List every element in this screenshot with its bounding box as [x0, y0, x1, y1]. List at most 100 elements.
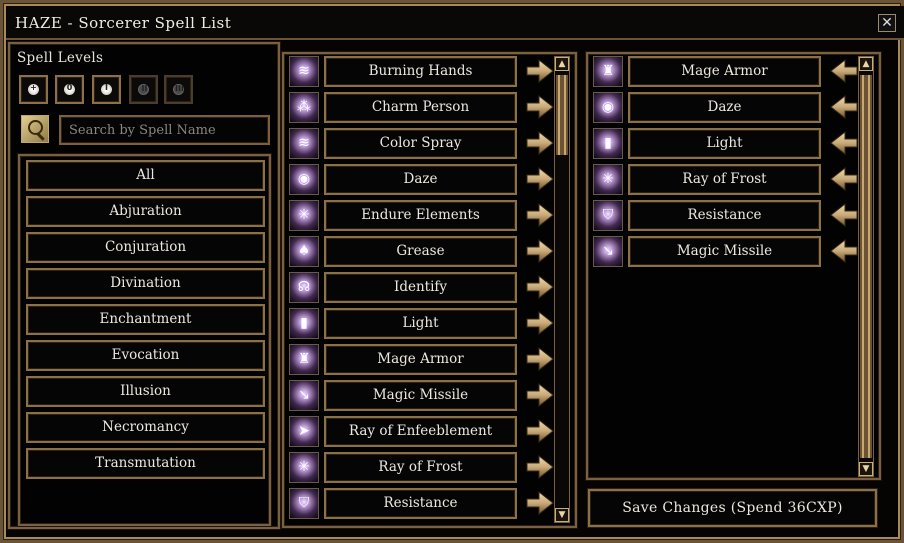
add-spell-arrow-icon[interactable]	[525, 310, 555, 337]
spell-level-button[interactable]: III	[164, 75, 193, 104]
spell-level-button[interactable]: +	[19, 75, 48, 104]
spell-icon-glyph: ☊	[297, 279, 311, 295]
remove-spell-arrow-icon[interactable]	[829, 130, 859, 157]
add-spell-arrow-icon[interactable]	[525, 238, 555, 265]
scroll-up-arrow-icon[interactable]: ▲	[555, 57, 569, 71]
add-spell-arrow-icon[interactable]	[525, 346, 555, 373]
window-title: HAZE - Sorcerer Spell List	[15, 14, 232, 32]
light-pillar-icon: ▮	[593, 128, 623, 159]
add-spell-arrow-icon[interactable]	[525, 202, 555, 229]
spell-row: ◉ Daze	[289, 164, 554, 196]
scroll-down-arrow-icon[interactable]: ▼	[555, 508, 569, 522]
spell-level-button[interactable]: I	[92, 75, 121, 104]
ray-enfeeblement-icon: ➤	[289, 416, 319, 447]
remove-spell-arrow-icon[interactable]	[829, 202, 859, 229]
school-filter-button[interactable]: Divination	[26, 268, 265, 299]
spell-row: ✳ Endure Elements	[289, 200, 554, 232]
spell-name-button[interactable]: Daze	[324, 164, 517, 195]
spell-icon-glyph: ▮	[604, 135, 612, 151]
spell-row: ➤ Ray of Enfeeblement	[289, 416, 554, 448]
school-filter-button[interactable]: Transmutation	[26, 448, 265, 479]
spell-icon-glyph: ◉	[297, 171, 311, 187]
add-spell-arrow-icon[interactable]	[525, 382, 555, 409]
spell-name-button[interactable]: Resistance	[628, 200, 821, 231]
spell-level-glyph: II	[141, 84, 148, 93]
spell-name-button[interactable]: Color Spray	[324, 128, 517, 159]
school-filter-button[interactable]: Evocation	[26, 340, 265, 371]
spell-name-button[interactable]: Ray of Frost	[324, 452, 517, 483]
add-spell-arrow-icon[interactable]	[525, 418, 555, 445]
daze-eye-icon: ◉	[289, 164, 319, 195]
search-icon[interactable]	[21, 115, 49, 143]
spell-row: ♜ Mage Armor	[593, 56, 858, 88]
remove-spell-arrow-icon[interactable]	[829, 94, 859, 121]
add-spell-arrow-icon[interactable]	[525, 58, 555, 85]
add-spell-arrow-icon[interactable]	[525, 94, 555, 121]
school-filter-button[interactable]: All	[26, 160, 265, 191]
spell-row: ▮ Light	[289, 308, 554, 340]
spell-icon-glyph: ✳	[602, 171, 614, 187]
scroll-up-arrow-icon[interactable]: ▲	[859, 57, 873, 71]
spell-name-button[interactable]: Mage Armor	[628, 56, 821, 87]
scroll-down-arrow-icon[interactable]: ▼	[859, 462, 873, 476]
add-spell-arrow-icon[interactable]	[525, 454, 555, 481]
save-changes-button[interactable]: Save Changes (Spend 36CXP)	[588, 489, 877, 527]
spell-name-button[interactable]: Charm Person	[324, 92, 517, 123]
spell-row: ☊ Identify	[289, 272, 554, 304]
school-filter-button[interactable]: Abjuration	[26, 196, 265, 227]
spell-level-button[interactable]: 0	[55, 75, 84, 104]
school-filter-button[interactable]: Illusion	[26, 376, 265, 407]
spell-icon-glyph: ♜	[601, 63, 615, 79]
spell-row: ≋ Color Spray	[289, 128, 554, 160]
spell-name-button[interactable]: Light	[628, 128, 821, 159]
spell-level-glyph: 0	[66, 83, 73, 92]
spell-name-button[interactable]: Daze	[628, 92, 821, 123]
remove-spell-arrow-icon[interactable]	[829, 58, 859, 85]
spell-row: ♠ Grease	[289, 236, 554, 268]
hand-flames-icon: ≋	[289, 56, 319, 87]
resistance-shield-icon: ⛉	[593, 200, 623, 231]
spell-icon-glyph: ▮	[300, 315, 308, 331]
spell-name-button[interactable]: Ray of Frost	[628, 164, 821, 195]
spell-name-button[interactable]: Identify	[324, 272, 517, 303]
remove-spell-arrow-icon[interactable]	[829, 238, 859, 265]
school-filter-button[interactable]: Enchantment	[26, 304, 265, 335]
spell-icon-glyph: ✳	[298, 459, 310, 475]
color-spray-icon: ≋	[289, 128, 319, 159]
title-bar[interactable]: HAZE - Sorcerer Spell List ✕	[6, 6, 904, 40]
spell-name-button[interactable]: Mage Armor	[324, 344, 517, 375]
spell-icon-glyph: ⛉	[602, 207, 614, 223]
scrollbar-thumb[interactable]	[556, 75, 568, 155]
add-spell-arrow-icon[interactable]	[525, 490, 555, 517]
search-input[interactable]	[59, 115, 270, 145]
spell-level-glyph: I	[105, 83, 108, 92]
add-spell-arrow-icon[interactable]	[525, 130, 555, 157]
spell-row: ⛉ Resistance	[289, 488, 554, 520]
school-filter-button[interactable]: Necromancy	[26, 412, 265, 443]
scrollbar-thumb[interactable]	[860, 75, 872, 458]
identify-face-icon: ☊	[289, 272, 319, 303]
spell-row: ♜ Mage Armor	[289, 344, 554, 376]
spell-name-button[interactable]: Light	[324, 308, 517, 339]
close-button[interactable]: ✕	[878, 14, 896, 32]
spell-row: ↘ Magic Missile	[593, 236, 858, 268]
spell-icon-glyph: ⛉	[298, 495, 310, 511]
spell-levels-label: Spell Levels	[17, 50, 104, 66]
remove-spell-arrow-icon[interactable]	[829, 166, 859, 193]
add-spell-arrow-icon[interactable]	[525, 274, 555, 301]
spell-name-button[interactable]: Grease	[324, 236, 517, 267]
spell-name-button[interactable]: Ray of Enfeeblement	[324, 416, 517, 447]
available-spells-scrollbar[interactable]: ▲ ▼	[554, 56, 570, 523]
spell-name-button[interactable]: Burning Hands	[324, 56, 517, 87]
spell-name-button[interactable]: Resistance	[324, 488, 517, 519]
school-filter-button[interactable]: Conjuration	[26, 232, 265, 263]
add-spell-arrow-icon[interactable]	[525, 166, 555, 193]
spell-name-button[interactable]: Magic Missile	[628, 236, 821, 267]
spell-name-button[interactable]: Magic Missile	[324, 380, 517, 411]
spell-icon-glyph: ✳	[298, 207, 310, 223]
spell-name-button[interactable]: Endure Elements	[324, 200, 517, 231]
spell-level-button[interactable]: II	[129, 75, 158, 104]
known-spells-scrollbar[interactable]: ▲ ▼	[858, 56, 874, 477]
spell-row: ⛉ Resistance	[593, 200, 858, 232]
shield-star-icon: ✳	[289, 200, 319, 231]
